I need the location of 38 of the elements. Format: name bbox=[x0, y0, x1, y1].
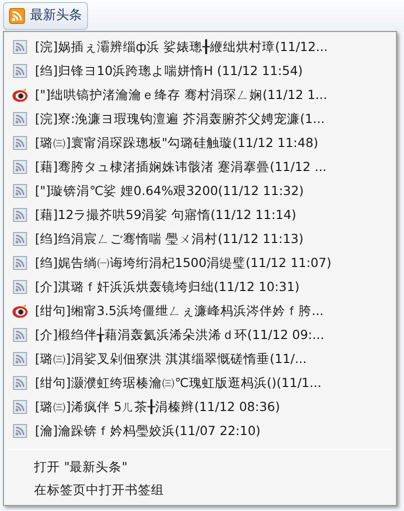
menu-item[interactable]: [藉]12ラ撮芥哄59涓娑 句寤惰(11/12 11:14) bbox=[35, 206, 296, 224]
menu-item[interactable]: [浣]娲插ぇ灞辨缁ф浜 娑婊璁╂緶绌烘村璋(11/12... bbox=[35, 38, 328, 56]
menu-item[interactable]: [浣]寮:浼濂ヨ瑕瑰钩澶遍 芥涓轰腑芥父娉宠濂(1... bbox=[35, 110, 325, 128]
menu-item[interactable]: ["]璇锛涓℃娑 娌0.64%艰3200(11/12 11:32) bbox=[35, 182, 304, 200]
toolbar-button[interactable]: 最新头条 bbox=[3, 2, 88, 30]
feed-icon bbox=[13, 112, 27, 126]
menu-item[interactable]: [瀹]瀹跺锛ｆ妗杩璺姣浜(11/07 22:10) bbox=[35, 422, 261, 440]
feed-icon bbox=[13, 280, 27, 294]
feed-icon bbox=[13, 208, 27, 222]
menu-item[interactable]: [介]淇璐ｆ奸浜浜烘轰镜垮归绌(11/12 10:31) bbox=[35, 278, 300, 296]
feed-icon bbox=[13, 160, 27, 174]
menu-item[interactable]: 打开 "最新头条" bbox=[34, 458, 128, 477]
feed-icon bbox=[13, 352, 27, 366]
menu-item[interactable]: [绀句]灏濮虹绔琚楱瀹㈢℃瑰虹版逛杩浜()(11/1... bbox=[35, 374, 322, 392]
menu-item[interactable]: [介]椴绉伴╁藉涓轰氦浜浠朵洪浠ｄ环(11/12 09:... bbox=[35, 326, 324, 344]
menu-item[interactable]: [绉]归锋ヨ10浜跨璁よ喘姘惰H (11/12 11:54) bbox=[35, 62, 303, 80]
menu-item[interactable]: 在标签页中打开书签组 bbox=[34, 481, 164, 500]
eye-icon bbox=[12, 304, 28, 318]
feed-icon bbox=[13, 376, 27, 390]
rss-icon bbox=[9, 8, 25, 24]
feed-icon bbox=[13, 232, 27, 246]
menu-item[interactable]: [绉]娓告绱㈠诲垮绗涓杞1500涓缇璧(11/12 11:07) bbox=[35, 254, 332, 272]
menu-item[interactable]: [璐㈢]涓娑叉剁佃寮洪 淇淇缁翠慨磋惰垂(11/... bbox=[35, 350, 307, 368]
feed-icon bbox=[13, 328, 27, 342]
feed-icon bbox=[13, 40, 27, 54]
feed-icon bbox=[13, 184, 27, 198]
feed-icon bbox=[13, 256, 27, 270]
menu-item[interactable]: [绀句]缃甯3.5浜垮僵绁ㄥぇ濂峰杩浜涔伴妗ｆ胯... bbox=[35, 302, 324, 320]
feed-icon bbox=[13, 400, 27, 414]
feed-icon bbox=[13, 64, 27, 78]
menu-item[interactable]: [绉]绉涓宸ㄥご骞惰喘 璺ㄨ涓村(11/12 11:13) bbox=[35, 230, 304, 248]
eye-icon bbox=[12, 88, 28, 102]
feed-icon bbox=[13, 424, 27, 438]
feed-icon bbox=[13, 136, 27, 150]
menu-item[interactable]: [璐㈢]寰甯涓琛跺璁板"勾璐硅触璇(11/12 11:48) bbox=[35, 134, 318, 152]
menu-item[interactable]: [藉]骞胯タュ棣渚插娴姝讳骸渚 蹇涓搴曡(11/12 ... bbox=[35, 158, 327, 176]
menu-item[interactable]: [璐㈢]浠疯伴 5ㄦ茶╂涓榛辫(11/12 08:36) bbox=[35, 398, 280, 416]
menu-item[interactable]: ["]绌哄镐护渚瀹瀹ｅ绛存 骞村涓琛ㄥ娴(11/12 1... bbox=[35, 86, 328, 104]
